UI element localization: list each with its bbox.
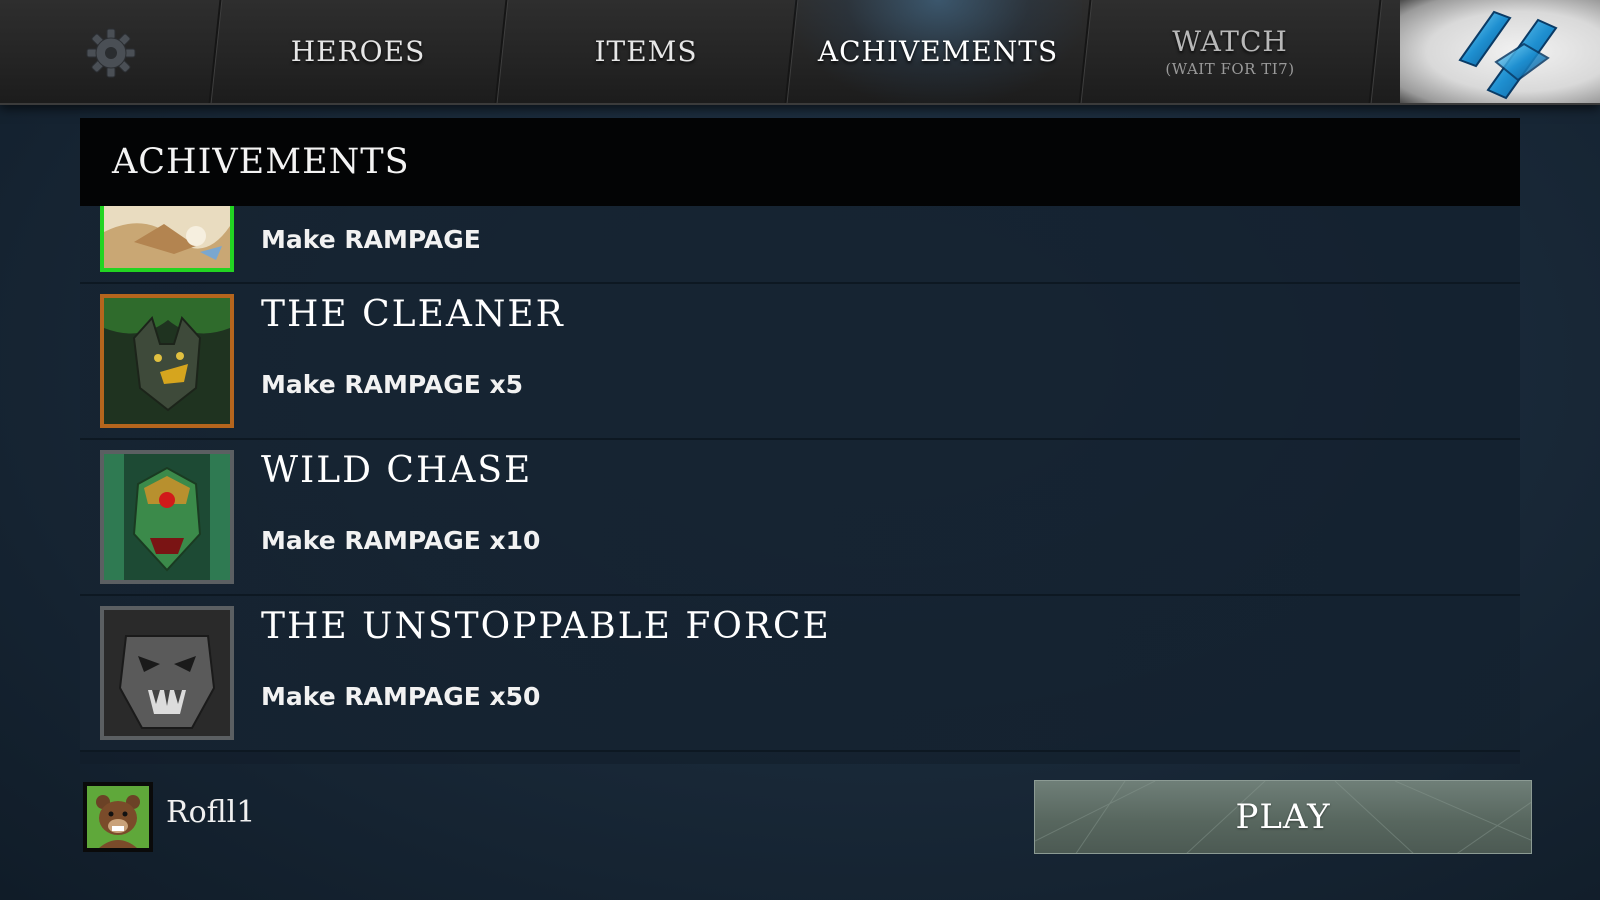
achievement-row[interactable]: WILD CHASE Make RAMPAGE x10 <box>80 440 1520 596</box>
achievement-row[interactable]: Make RAMPAGE <box>80 206 1520 284</box>
tab-items[interactable]: ITEMS <box>504 0 788 103</box>
achievement-title: THE CLEANER <box>261 294 565 335</box>
player-name: Rofll1 <box>166 795 256 830</box>
player-avatar[interactable] <box>83 782 153 852</box>
achievement-title: WILD CHASE <box>261 450 533 491</box>
tab-watch[interactable]: WATCH (WAIT FOR TI7) <box>1088 0 1372 103</box>
gear-icon[interactable] <box>86 28 136 78</box>
achievements-panel: ACHIVEMENTS Make RAMPAGE THE CLEANER Mak… <box>80 118 1520 764</box>
achievement-title: THE UNSTOPPABLE FORCE <box>261 606 831 647</box>
achievement-row[interactable]: THE UNSTOPPABLE FORCE Make RAMPAGE x50 <box>80 596 1520 752</box>
tab-watch-sublabel: (WAIT FOR TI7) <box>1165 60 1295 78</box>
tab-achivements-label: ACHIVEMENTS <box>817 35 1059 68</box>
play-button[interactable]: PLAY <box>1034 780 1532 854</box>
achievement-list[interactable]: Make RAMPAGE THE CLEANER Make RAMPAGE x5 <box>80 206 1520 764</box>
tab-watch-label: WATCH <box>1172 25 1288 58</box>
achievement-description: Make RAMPAGE x10 <box>261 526 541 555</box>
tab-heroes[interactable]: HEROES <box>218 0 498 103</box>
hero-portrait-icon <box>100 294 234 428</box>
brand-logo[interactable] <box>1400 0 1600 103</box>
achievement-description: Make RAMPAGE x5 <box>261 370 524 399</box>
tab-items-label: ITEMS <box>594 35 698 68</box>
panel-header: ACHIVEMENTS <box>80 118 1520 206</box>
brand-logo-icon <box>1458 10 1558 100</box>
tab-achivements[interactable]: ACHIVEMENTS <box>794 0 1082 103</box>
hero-portrait-icon <box>100 450 234 584</box>
bear-avatar-icon <box>87 786 149 848</box>
top-navigation: HEROES ITEMS ACHIVEMENTS WATCH (WAIT FOR… <box>0 0 1600 105</box>
play-button-label: PLAY <box>1235 797 1331 837</box>
hero-portrait-icon <box>100 206 234 272</box>
panel-title: ACHIVEMENTS <box>112 142 410 182</box>
achievement-row[interactable]: THE CLEANER Make RAMPAGE x5 <box>80 284 1520 440</box>
achievement-description: Make RAMPAGE x50 <box>261 682 541 711</box>
tab-heroes-label: HEROES <box>290 35 426 68</box>
achievement-description: Make RAMPAGE <box>261 225 481 254</box>
hero-portrait-icon <box>100 606 234 740</box>
